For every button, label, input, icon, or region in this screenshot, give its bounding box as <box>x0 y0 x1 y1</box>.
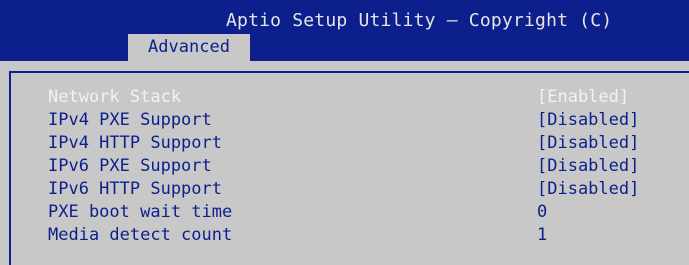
setting-value[interactable]: 0 <box>537 201 547 224</box>
setting-row-network-stack[interactable]: Network Stack [Enabled] <box>11 86 689 109</box>
setting-value[interactable]: [Disabled] <box>537 155 639 178</box>
settings-panel: Network Stack [Enabled] IPv4 PXE Support… <box>9 71 689 265</box>
setting-row-media-detect-count[interactable]: Media detect count 1 <box>11 224 689 247</box>
setting-row-ipv4-http-support[interactable]: IPv4 HTTP Support [Disabled] <box>11 132 689 155</box>
setting-label: IPv6 HTTP Support <box>48 179 222 199</box>
bios-setup-screen: Aptio Setup Utility – Copyright (C) Adva… <box>0 0 689 265</box>
setting-row-ipv6-http-support[interactable]: IPv6 HTTP Support [Disabled] <box>11 178 689 201</box>
setting-value[interactable]: [Disabled] <box>537 132 639 155</box>
setting-value[interactable]: 1 <box>537 224 547 247</box>
setting-value[interactable]: [Disabled] <box>537 178 639 201</box>
setting-label: Network Stack <box>48 87 182 107</box>
setting-label: PXE boot wait time <box>48 202 233 222</box>
setting-label: IPv4 HTTP Support <box>48 133 222 153</box>
setting-label: IPv6 PXE Support <box>48 156 212 176</box>
title-bar: Aptio Setup Utility – Copyright (C) Adva… <box>0 0 689 61</box>
setting-row-ipv6-pxe-support[interactable]: IPv6 PXE Support [Disabled] <box>11 155 689 178</box>
setting-row-pxe-boot-wait-time[interactable]: PXE boot wait time 0 <box>11 201 689 224</box>
setting-value[interactable]: [Disabled] <box>537 109 639 132</box>
setting-value[interactable]: [Enabled] <box>537 86 629 109</box>
setting-label: Media detect count <box>48 225 233 245</box>
app-title: Aptio Setup Utility – Copyright (C) <box>226 10 613 31</box>
setting-row-ipv4-pxe-support[interactable]: IPv4 PXE Support [Disabled] <box>11 109 689 132</box>
setting-label: IPv4 PXE Support <box>48 110 212 130</box>
tab-advanced[interactable]: Advanced <box>128 34 250 61</box>
